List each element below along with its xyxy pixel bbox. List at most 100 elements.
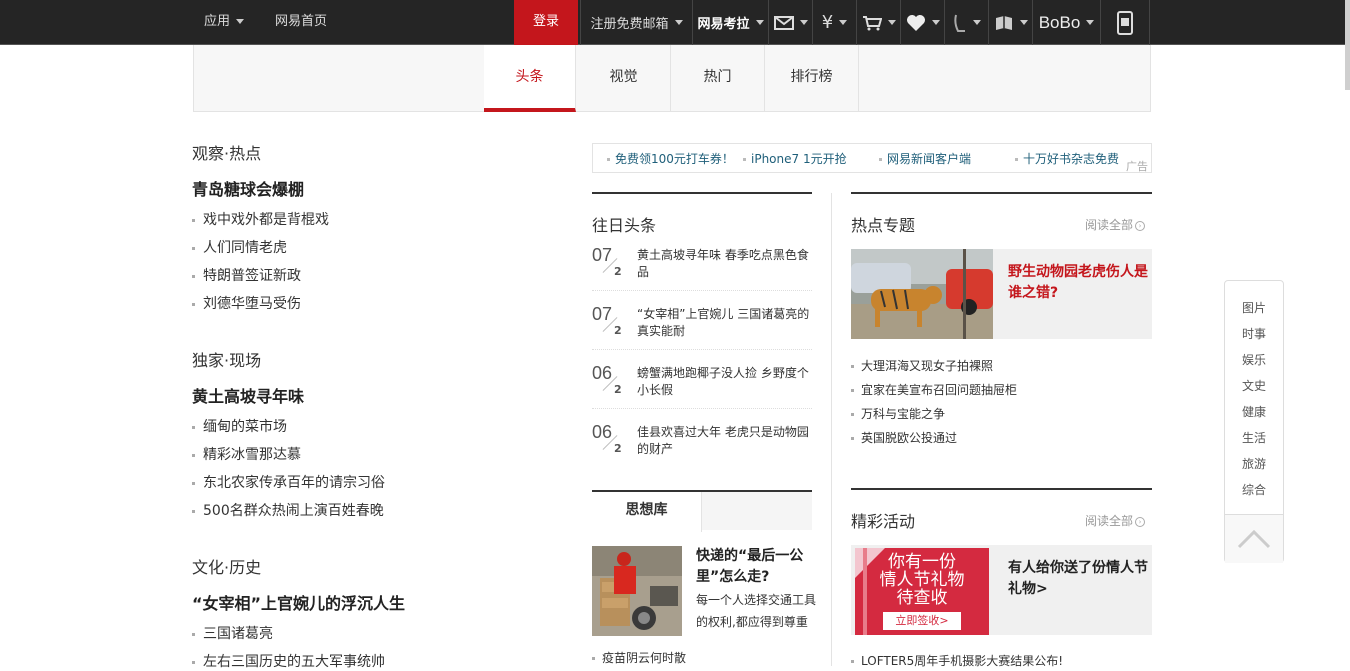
bobo-menu[interactable]: BoBo bbox=[1032, 0, 1100, 45]
section-title: 观察·热点 bbox=[192, 144, 262, 163]
date-day: 2 bbox=[614, 442, 622, 455]
mail-menu[interactable] bbox=[768, 0, 812, 45]
ad-link[interactable]: 十万好书杂志免费 bbox=[1015, 150, 1119, 167]
kaola-menu[interactable]: 网易考拉 bbox=[692, 0, 768, 45]
list-item[interactable]: 缅甸的菜市场 bbox=[192, 416, 287, 436]
past-headline-text[interactable]: 螃蟹满地跑椰子没人捡 乡野度个小长假 bbox=[637, 365, 815, 399]
past-headline-item[interactable]: 06 2 佳县欢喜过大年 老虎只是动物园的财产 bbox=[592, 422, 812, 480]
think-tank-item[interactable]: 疫苗阴云何时散 bbox=[592, 649, 686, 666]
past-headline-item[interactable]: 07 2 “女宰相”上官婉儿 三国诸葛亮的真实能耐 bbox=[592, 304, 812, 362]
payment-menu[interactable]: ¥ bbox=[812, 0, 856, 45]
divider bbox=[592, 290, 812, 291]
hot-topics-title: 热点专题 bbox=[851, 216, 916, 235]
back-to-top-button[interactable] bbox=[1225, 514, 1283, 563]
side-nav-item[interactable]: 时事 bbox=[1225, 325, 1283, 342]
hot-topic-headline[interactable]: 野生动物园老虎伤人是谁之错? bbox=[1008, 262, 1152, 304]
chevron-down-icon bbox=[972, 20, 981, 25]
reader-menu[interactable] bbox=[988, 0, 1032, 45]
past-headline-text[interactable]: 黄土高坡寻年味 春季吃点黑色食品 bbox=[637, 247, 815, 281]
chevron-down-icon bbox=[755, 20, 764, 25]
courier-image bbox=[592, 546, 682, 636]
list-item[interactable]: 500名群众热闹上演百姓春晚 bbox=[192, 500, 384, 520]
tab-headlines[interactable]: 头条 bbox=[484, 45, 576, 112]
apps-label: 应用 bbox=[204, 14, 231, 29]
list-item[interactable]: 精彩冰雪那达慕 bbox=[192, 444, 301, 464]
tab-ranking[interactable]: 排行榜 bbox=[765, 45, 859, 111]
tab-hot[interactable]: 热门 bbox=[671, 45, 765, 111]
tiger-photo[interactable] bbox=[851, 249, 993, 339]
valentine-banner[interactable]: 你有一份 情人节礼物 待查收 立即签收> bbox=[855, 548, 989, 635]
chevron-down-icon bbox=[674, 20, 683, 25]
chevron-down-icon bbox=[1086, 20, 1095, 25]
list-item[interactable]: 三国诸葛亮 bbox=[192, 623, 273, 643]
past-headline-item[interactable]: 06 2 螃蟹满地跑椰子没人捡 乡野度个小长假 bbox=[592, 363, 812, 421]
list-item[interactable]: 特朗普签证新政 bbox=[192, 265, 301, 285]
yen-icon: ¥ bbox=[821, 12, 834, 33]
past-headline-text[interactable]: “女宰相”上官婉儿 三国诸葛亮的真实能耐 bbox=[637, 306, 815, 340]
list-item[interactable]: 宜家在美宣布召回问题抽屉柜 bbox=[851, 381, 1017, 398]
read-all-link[interactable]: 阅读全部 › bbox=[1085, 512, 1146, 529]
banner-sign-button[interactable]: 立即签收> bbox=[883, 612, 961, 630]
read-all-link[interactable]: 阅读全部 › bbox=[1085, 216, 1146, 233]
activity-headline[interactable]: 有人给你送了份情人节礼物> bbox=[1008, 558, 1152, 600]
side-nav-item[interactable]: 文史 bbox=[1225, 377, 1283, 394]
chevron-down-icon bbox=[931, 20, 940, 25]
scrollbar[interactable] bbox=[1345, 0, 1350, 90]
side-nav-item[interactable]: 图片 bbox=[1225, 299, 1283, 316]
section-title: 文化·历史 bbox=[192, 558, 262, 577]
mobile-app-link[interactable] bbox=[1100, 0, 1150, 45]
list-item[interactable]: LOFTER5周年手机摄影大赛结果公布! bbox=[851, 652, 1063, 669]
activities-title: 精彩活动 bbox=[851, 512, 916, 531]
ad-link[interactable]: iPhone7 1元开抢 bbox=[743, 150, 847, 167]
section-headline[interactable]: 青岛糖球会爆棚 bbox=[192, 176, 304, 200]
side-nav-item[interactable]: 旅游 bbox=[1225, 455, 1283, 472]
home-link[interactable]: 网易首页 bbox=[275, 0, 327, 45]
section-headline[interactable]: 黄土高坡寻年味 bbox=[192, 383, 304, 407]
section-headline[interactable]: “女宰相”上官婉儿的浮沉人生 bbox=[192, 590, 405, 614]
ad-bar: 免费领100元打车券！ iPhone7 1元开抢 网易新闻客户端 十万好书杂志免… bbox=[592, 143, 1152, 173]
date-month: 07 bbox=[592, 304, 613, 324]
list-item[interactable]: 人们同情老虎 bbox=[192, 237, 287, 257]
ad-label: 广告 bbox=[1126, 160, 1148, 173]
list-item[interactable]: 东北农家传承百年的请宗习俗 bbox=[192, 472, 385, 492]
list-item[interactable]: 刘德华堕马受伤 bbox=[192, 293, 301, 313]
favorites-menu[interactable] bbox=[900, 0, 944, 45]
login-button[interactable]: 登录 bbox=[514, 0, 578, 48]
cart-menu[interactable] bbox=[856, 0, 900, 45]
think-tank-headline[interactable]: 快递的“最后一公里”怎么走? bbox=[696, 546, 818, 588]
register-label: 注册免费邮箱 bbox=[590, 17, 669, 32]
list-item[interactable]: 戏中戏外都是背棍戏 bbox=[192, 209, 329, 229]
side-nav-item[interactable]: 生活 bbox=[1225, 429, 1283, 446]
divider bbox=[851, 192, 1152, 194]
register-mail-menu[interactable]: 注册免费邮箱 bbox=[580, 0, 692, 45]
past-headline-text[interactable]: 佳县欢喜过大年 老虎只是动物园的财产 bbox=[637, 424, 815, 458]
list-item[interactable]: 英国脱欧公投通过 bbox=[851, 429, 957, 446]
kaola-label: 网易考拉 bbox=[697, 17, 750, 32]
phone-menu[interactable] bbox=[944, 0, 988, 45]
ad-link[interactable]: 免费领100元打车券！ bbox=[607, 150, 734, 167]
list-item[interactable]: 大理洱海又现女子拍裸照 bbox=[851, 357, 993, 374]
chevron-down-icon bbox=[1019, 20, 1028, 25]
list-item[interactable]: 左右三国历史的五大军事统帅 bbox=[192, 651, 385, 671]
phone-icon bbox=[953, 14, 965, 32]
arrow-right-icon: › bbox=[1135, 220, 1146, 231]
side-nav-item[interactable]: 健康 bbox=[1225, 403, 1283, 420]
date-month: 06 bbox=[592, 422, 613, 442]
think-tank-desc: 每一个人选择交通工具的权利,都应得到尊重 bbox=[696, 593, 817, 629]
column-divider bbox=[831, 193, 832, 666]
courier-photo[interactable] bbox=[592, 546, 682, 636]
side-nav: 图片 时事 娱乐 文史 健康 生活 旅游 综合 bbox=[1224, 280, 1284, 563]
tiger-image bbox=[851, 249, 993, 339]
banner-text-3: 待查收 bbox=[896, 588, 948, 608]
tab-visual[interactable]: 视觉 bbox=[577, 45, 671, 111]
divider bbox=[592, 349, 812, 350]
book-icon bbox=[995, 15, 1012, 30]
list-item[interactable]: 万科与宝能之争 bbox=[851, 405, 945, 422]
side-nav-item[interactable]: 综合 bbox=[1225, 481, 1283, 498]
past-headline-item[interactable]: 07 2 黄土高坡寻年味 春季吃点黑色食品 bbox=[592, 245, 812, 303]
ad-link[interactable]: 网易新闻客户端 bbox=[879, 150, 971, 167]
tab-think-tank[interactable]: 思想库 bbox=[592, 492, 702, 532]
side-nav-item[interactable]: 娱乐 bbox=[1225, 351, 1283, 368]
apps-menu[interactable]: 应用 bbox=[204, 0, 245, 45]
date-day: 2 bbox=[614, 383, 622, 396]
